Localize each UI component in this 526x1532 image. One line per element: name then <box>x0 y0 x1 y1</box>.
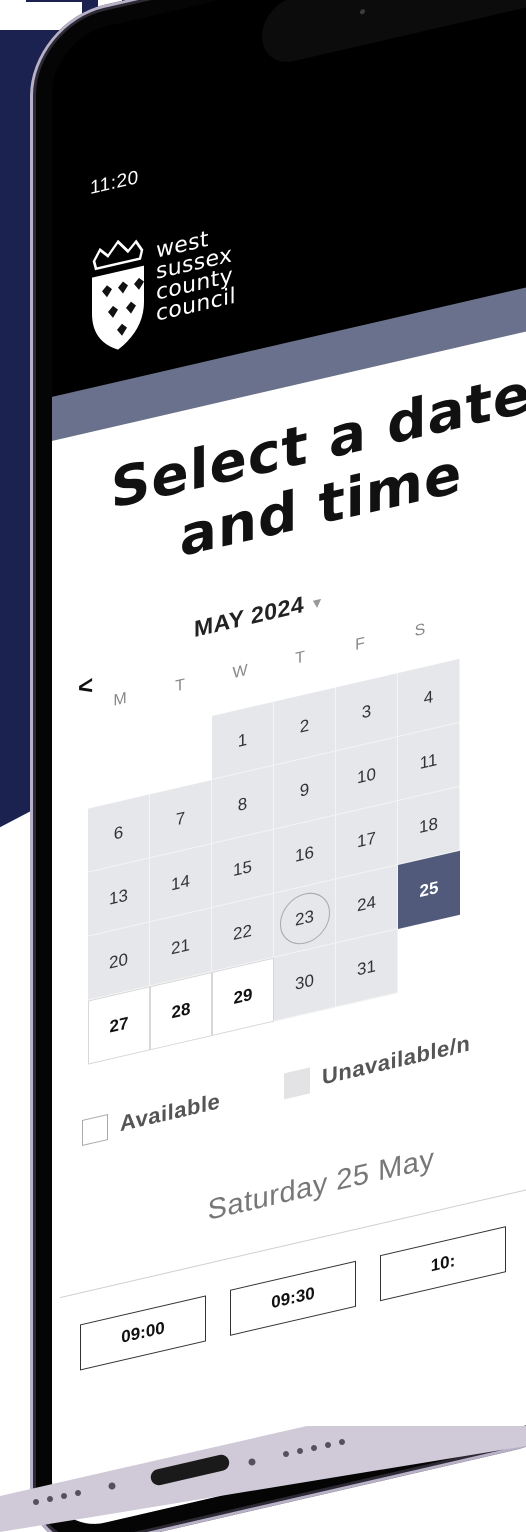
weekday-label: F <box>355 634 365 654</box>
chevron-down-icon: ▼ <box>310 592 325 613</box>
camera-dot <box>360 8 365 15</box>
month-label: MAY 2024 <box>194 590 305 643</box>
screw-right <box>248 1458 256 1466</box>
weekday-label: T <box>295 648 305 668</box>
council-crest-icon <box>92 239 144 350</box>
calendar-day-selected[interactable]: 25 <box>398 850 460 930</box>
calendar-day[interactable]: 27 <box>88 986 150 1065</box>
weekday-label: T <box>175 676 185 696</box>
chevron-left-icon[interactable]: < <box>78 669 93 704</box>
phone-bottom-edge <box>0 1426 526 1532</box>
dynamic-island <box>262 0 526 69</box>
screw-left <box>108 1482 116 1490</box>
calendar-day[interactable]: 29 <box>212 957 274 1036</box>
calendar-day: 30 <box>274 943 336 1022</box>
weekday-label: M <box>113 689 127 710</box>
legend-available-label: Available <box>120 1088 221 1137</box>
phone-screen: 11:20 west sussex county council Select … <box>52 0 526 1532</box>
status-bar-time: 11:20 <box>90 166 139 200</box>
legend-available-swatch <box>82 1113 108 1146</box>
time-slot[interactable]: 09:30 <box>230 1260 356 1336</box>
weekday-label: S <box>414 620 426 641</box>
legend-unavailable-swatch <box>284 1067 310 1100</box>
calendar-day[interactable]: 28 <box>150 971 212 1051</box>
booking-page: Select a date and time MAY 2024 ▼ < MTWTF… <box>52 316 526 1532</box>
calendar-day: 31 <box>336 929 398 1008</box>
weekday-label: W <box>232 661 248 683</box>
promo-stage: 11:20 west sussex county council Select … <box>0 0 526 1532</box>
month-selector[interactable]: MAY 2024 ▼ <box>194 586 325 643</box>
time-slot[interactable]: 09:00 <box>80 1295 206 1371</box>
legend-unavailable-label: Unavailable/n <box>322 1030 471 1090</box>
time-slot[interactable]: 10: <box>380 1226 506 1302</box>
phone-device: 11:20 west sussex county council Select … <box>30 0 526 1532</box>
